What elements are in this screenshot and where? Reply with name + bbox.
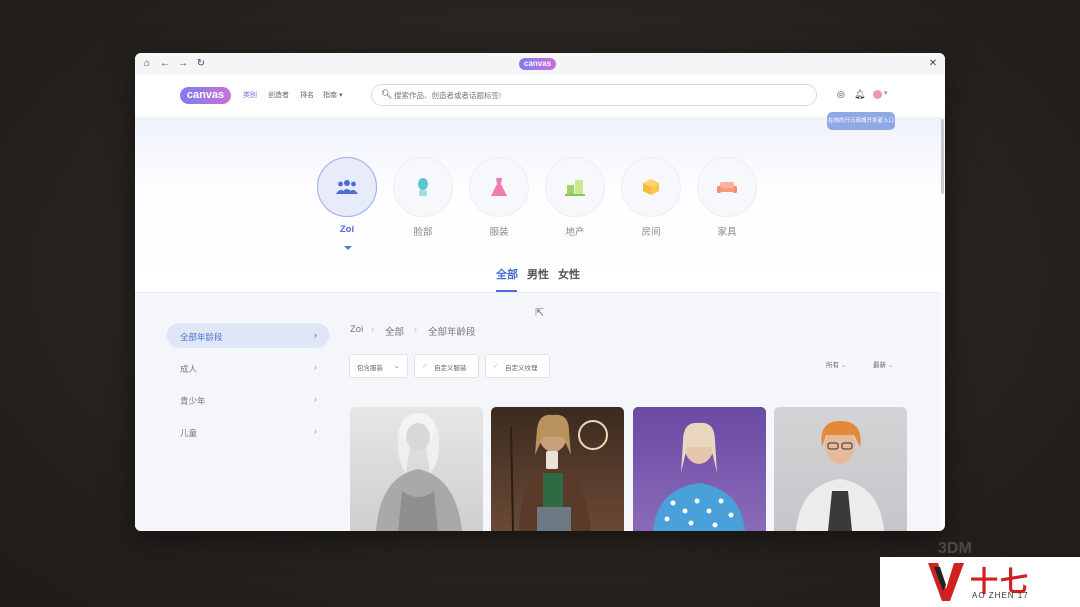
title-bar: ⌂ ← → ↻ canvas ✕ xyxy=(135,53,945,76)
sidebar-item-label: 全部年龄段 xyxy=(180,332,223,342)
breadcrumb-zoi[interactable]: Zoi xyxy=(350,324,363,335)
nav-link-creators[interactable]: 创造者 xyxy=(268,90,289,100)
watermark-ghost: 3DM xyxy=(938,540,972,557)
watermark-english: AO ZHEN 17 xyxy=(972,591,1029,600)
browser-window: ⌂ ← → ↻ canvas ✕ canvas 类别 创造者 排名 指南 ▾ 🔍… xyxy=(135,53,945,531)
developer-promo-button[interactable]: 在线的开元商城开发者入口 xyxy=(827,112,895,130)
search-input[interactable]: 🔍︎ 搜索作品、创造者或者话题标签! xyxy=(371,84,817,106)
category-label: 服装 xyxy=(489,227,509,238)
sidebar-item-label: 青少年 xyxy=(180,396,206,406)
category-zoi[interactable]: Zoi xyxy=(317,157,377,241)
filter-all-dropdown[interactable]: 所有 ⌄ xyxy=(826,359,846,369)
reload-icon[interactable]: ↻ xyxy=(193,56,209,72)
nav-link-ranking[interactable]: 排名 xyxy=(300,90,314,100)
canvas-logo[interactable]: canvas xyxy=(180,87,231,104)
filter-label: 自定义纹理 xyxy=(505,365,538,372)
filter-label: 包含服装 xyxy=(357,365,383,372)
category-label: 房间 xyxy=(641,227,661,238)
arrow-right-icon[interactable]: → xyxy=(175,56,191,72)
category-label: Zoi xyxy=(339,224,355,235)
sidebar-item-child[interactable]: 儿童 › xyxy=(167,419,329,444)
tab-female[interactable]: 女性 xyxy=(558,266,580,282)
sidebar-item-teen[interactable]: 青少年 › xyxy=(167,387,329,412)
chevron-down-icon: ⌄ xyxy=(394,363,400,370)
sort-label: 所有 xyxy=(826,362,839,369)
sort-label: 最新 xyxy=(873,362,886,369)
chevron-down-icon: ▾ xyxy=(338,92,343,99)
dress-icon xyxy=(469,157,529,217)
category-label: 脸部 xyxy=(413,227,433,238)
chevron-down-icon: ⌄ xyxy=(840,362,847,369)
character-thumbnail xyxy=(510,414,608,531)
chevron-right-icon: › xyxy=(314,394,317,404)
breadcrumb-all-ages: 全部年龄段 xyxy=(428,327,476,338)
home-icon[interactable]: ⌂ xyxy=(139,56,155,72)
chevron-right-icon: › xyxy=(314,426,317,436)
search-placeholder: 搜索作品、创造者或者话题标签! xyxy=(394,91,502,100)
nav-link-guide[interactable]: 指南 ▾ xyxy=(323,90,342,100)
sidebar-item-label: 儿童 xyxy=(180,428,198,438)
people-icon xyxy=(317,157,377,217)
chevron-right-icon: › xyxy=(314,362,317,372)
watermark-logo: 十七 AO ZHEN 17 xyxy=(880,557,1080,607)
sidebar-item-label: 成人 xyxy=(180,364,198,374)
sidebar-item-all-ages[interactable]: 全部年龄段 › xyxy=(167,323,329,348)
filter-custom-clothing[interactable]: ✓ 自定义服装 xyxy=(414,354,479,378)
breadcrumb-all[interactable]: 全部 xyxy=(385,324,404,338)
creation-card[interactable] xyxy=(633,407,766,531)
close-icon[interactable]: ✕ xyxy=(925,56,941,72)
globe-icon[interactable]: ◎ xyxy=(837,89,845,100)
mouse-cursor-icon: ⇱ xyxy=(535,307,545,319)
watermark-v-icon xyxy=(928,563,964,601)
creation-card[interactable] xyxy=(491,407,624,531)
tab-male[interactable]: 男性 xyxy=(527,266,549,282)
box-icon xyxy=(621,157,681,217)
category-face[interactable]: 脸部 xyxy=(393,157,453,241)
avatar[interactable] xyxy=(873,90,882,99)
arrow-left-icon[interactable]: ← xyxy=(157,56,173,72)
creation-card[interactable] xyxy=(774,407,907,531)
chevron-down-icon: ⌄ xyxy=(887,362,894,369)
bell-icon[interactable]: 🔔︎ xyxy=(854,89,865,100)
character-thumbnail xyxy=(653,422,745,531)
tab-all[interactable]: 全部 xyxy=(496,266,518,282)
building-icon xyxy=(545,157,605,217)
sort-latest-dropdown[interactable]: 最新 ⌄ xyxy=(873,359,893,369)
category-room[interactable]: 房间 xyxy=(621,157,681,241)
creation-card[interactable] xyxy=(350,407,483,531)
chevron-right-icon: › xyxy=(371,324,374,334)
title-logo: canvas xyxy=(519,58,556,70)
category-property[interactable]: 地产 xyxy=(545,157,605,241)
category-clothing[interactable]: 服装 xyxy=(469,157,529,241)
avatar-chevron-icon[interactable]: ▾ xyxy=(884,89,888,97)
check-icon: ✓ xyxy=(422,363,428,370)
character-thumbnail xyxy=(376,413,462,531)
filter-label: 自定义服装 xyxy=(434,365,467,372)
search-icon: 🔍︎ xyxy=(381,89,393,99)
chevron-right-icon: › xyxy=(314,330,317,340)
scrollbar[interactable] xyxy=(941,119,944,194)
character-thumbnail xyxy=(796,421,884,531)
check-icon: ✓ xyxy=(493,363,499,370)
category-label: 地产 xyxy=(565,227,585,238)
active-category-caret-icon xyxy=(344,246,352,250)
sidebar-item-adult[interactable]: 成人 › xyxy=(167,355,329,380)
chevron-right-icon: › xyxy=(414,324,417,334)
category-furniture[interactable]: 家具 xyxy=(697,157,757,241)
sofa-icon xyxy=(697,157,757,217)
filter-custom-texture[interactable]: ✓ 自定义纹理 xyxy=(485,354,550,378)
category-label: 家具 xyxy=(717,227,737,238)
filter-includes-clothing[interactable]: 包含服装 ⌄ xyxy=(349,354,408,378)
nav-link-guide-label: 指南 xyxy=(323,92,337,99)
top-navbar: canvas 类别 创造者 排名 指南 ▾ 🔍︎ 搜索作品、创造者或者话题标签!… xyxy=(135,75,945,117)
face-icon xyxy=(393,157,453,217)
nav-link-category[interactable]: 类别 xyxy=(243,90,257,100)
